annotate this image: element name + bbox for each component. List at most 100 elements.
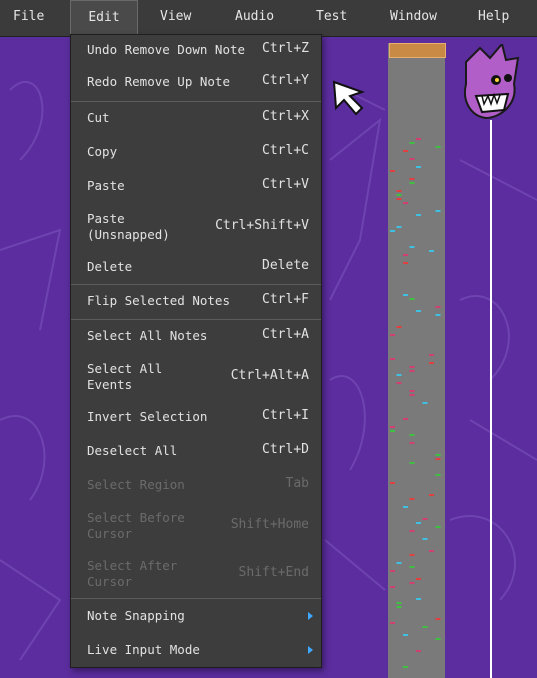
menu-item-shortcut: Ctrl+I [262,408,309,423]
menu-item-label: Redo Remove Up Note [87,74,230,89]
note-marker [422,538,428,540]
note-marker [390,230,395,232]
menu-item-label-line2: Cursor [87,526,133,541]
menu-separator [71,101,321,102]
menu-item-label-line2: (Unsnapped) [87,227,170,242]
note-marker [390,430,395,432]
menu-item-select-after-cursor[interactable]: Select After Cursor Shift+End [71,551,321,597]
note-marker [409,394,415,396]
menu-item-shortcut: Ctrl+V [262,177,309,192]
note-marker [429,362,434,364]
menu-item-live-input-mode[interactable]: Live Input Mode [71,634,321,666]
note-marker [409,390,415,392]
note-marker [390,334,395,336]
note-marker [416,578,421,580]
menu-item-label: Undo Remove Down Note [87,42,246,57]
menu-item-shortcut: Shift+Home [230,517,309,532]
note-marker [390,170,395,172]
note-marker [409,178,415,180]
menu-window[interactable]: Window [390,0,437,36]
menu-item-copy[interactable]: Copy Ctrl+C [71,137,321,169]
note-markers [390,138,441,668]
menu-test[interactable]: Test [316,0,347,36]
menu-item-delete[interactable]: Delete Delete [71,251,321,283]
note-marker [429,494,434,496]
menu-separator [71,319,321,320]
menu-item-shortcut: Ctrl+F [262,292,309,307]
menu-item-redo[interactable]: Redo Remove Up Note Ctrl+Y [71,67,321,99]
menu-item-select-region[interactable]: Select Region Tab [71,469,321,501]
menu-item-label: Paste [87,178,125,193]
note-marker [396,198,402,200]
note-marker [435,306,441,308]
note-marker [403,634,408,636]
menu-item-note-snapping[interactable]: Note Snapping [71,600,321,632]
menu-item-shortcut: Ctrl+Y [262,73,309,88]
note-marker [403,418,408,420]
menu-item-paste-unsnapped[interactable]: Paste (Unsnapped) Ctrl+Shift+V [71,205,321,249]
character-icon [464,44,520,120]
menu-item-label: Flip Selected Notes [87,293,230,308]
menu-item-deselect-all[interactable]: Deselect All Ctrl+D [71,435,321,467]
note-marker [435,146,441,148]
note-marker [403,666,408,668]
note-marker [422,518,428,520]
note-marker [409,246,415,248]
menu-help[interactable]: Help [478,0,509,36]
note-marker [390,482,395,484]
note-marker [403,294,408,296]
menu-item-undo[interactable]: Undo Remove Down Note Ctrl+Z [71,35,321,67]
note-marker [396,382,402,384]
menu-item-select-all-events[interactable]: Select All Events Ctrl+Alt+A [71,355,321,399]
note-marker [403,202,408,204]
menu-audio[interactable]: Audio [235,0,274,36]
note-marker [403,254,408,256]
note-marker [396,602,402,604]
note-marker [416,598,421,600]
menu-separator [71,598,321,599]
menu-item-paste[interactable]: Paste Ctrl+V [71,171,321,203]
note-marker [416,166,421,168]
note-marker [409,434,415,436]
menu-item-invert-selection[interactable]: Invert Selection Ctrl+I [71,401,321,433]
menu-item-select-all-notes[interactable]: Select All Notes Ctrl+A [71,321,321,353]
note-marker [416,650,421,652]
menu-item-label: Copy [87,144,118,159]
note-marker [435,474,441,476]
timeline-line [490,120,492,678]
note-marker [409,158,415,160]
note-marker [409,554,415,556]
menu-separator [71,284,321,285]
mouse-cursor-icon [332,80,366,116]
menu-edit[interactable]: Edit [70,0,138,37]
menu-item-shortcut: Ctrl+D [262,442,309,457]
menu-item-cut[interactable]: Cut Ctrl+X [71,103,321,135]
menu-item-select-before-cursor[interactable]: Select Before Cursor Shift+Home [71,503,321,549]
note-marker [396,194,402,196]
menu-item-label-line2: Events [87,377,133,392]
note-marker [390,586,395,588]
menu-item-shortcut: Delete [262,258,309,273]
menu-item-shortcut: Ctrl+Shift+V [215,218,309,233]
note-marker [409,582,415,584]
note-marker [409,298,415,300]
menu-view[interactable]: View [160,0,191,36]
menu-item-shortcut: Tab [285,476,309,491]
menu-file[interactable]: File [13,0,44,36]
note-marker [416,214,421,216]
note-marker [409,530,415,532]
menu-item-label: Select All Notes [87,328,208,343]
note-marker [409,442,415,444]
menu-item-label: Select All [87,361,163,376]
menu-item-flip-notes[interactable]: Flip Selected Notes Ctrl+F [71,286,321,318]
menu-item-label: Paste [87,211,125,226]
note-marker [435,210,441,212]
menu-item-label: Invert Selection [87,409,208,424]
note-marker [390,622,395,624]
menu-item-shortcut: Ctrl+C [262,143,309,158]
menu-bar: File Edit View Audio Test Window Help [0,0,537,37]
note-marker [435,618,441,620]
menu-item-shortcut: Shift+End [238,565,309,580]
menu-item-shortcut: Ctrl+Z [262,41,309,56]
note-marker [416,310,421,312]
